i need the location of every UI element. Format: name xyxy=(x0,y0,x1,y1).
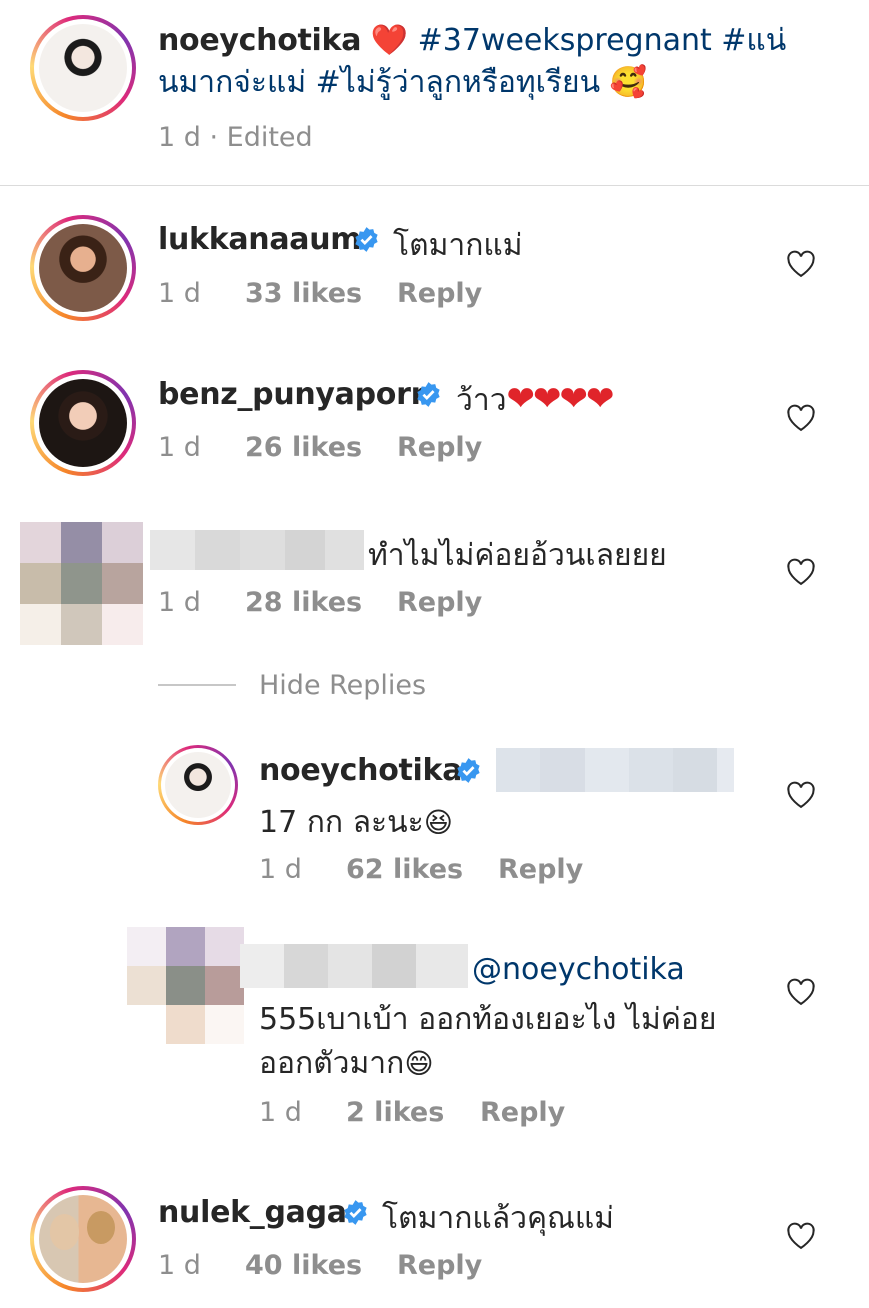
reply-likes[interactable]: 2 likes xyxy=(346,1097,444,1128)
comment-time: 1 d xyxy=(158,278,201,309)
like-heart-icon[interactable] xyxy=(786,781,816,809)
comment-likes[interactable]: 33 likes xyxy=(245,278,362,309)
blurred-avatar[interactable] xyxy=(127,927,244,1044)
post-caption: noeychotika ❤️ #37weekspregnant #แน่ นมา… xyxy=(158,20,818,104)
comment-likes[interactable]: 28 likes xyxy=(245,587,362,618)
reply-button[interactable]: Reply xyxy=(397,278,482,309)
mention-link[interactable]: @noeychotika xyxy=(472,952,685,987)
reply-time: 1 d xyxy=(259,854,302,885)
reply-button[interactable]: Reply xyxy=(397,587,482,618)
comment-username[interactable]: lukkanaaum xyxy=(158,222,362,257)
comment-username[interactable]: nulek_gaga xyxy=(158,1195,347,1230)
comment-text: ทำไมไม่ค่อยอ้วนเลยยย xyxy=(368,538,667,573)
like-heart-icon[interactable] xyxy=(786,1222,816,1250)
reply-text-line2: ออกตัวมาก😄 xyxy=(259,1040,434,1087)
caption-divider xyxy=(0,185,869,186)
smiling-hearts-emoji-icon: 🥰 xyxy=(609,65,648,100)
verified-badge-icon xyxy=(355,227,378,252)
reply-button[interactable]: Reply xyxy=(397,1250,482,1281)
comment-time: 1 d xyxy=(158,432,201,463)
reply-username[interactable]: noeychotika xyxy=(259,753,462,788)
comment-text-word: ว้าว xyxy=(456,383,507,418)
comment-avatar[interactable] xyxy=(30,1186,136,1292)
reply-button[interactable]: Reply xyxy=(480,1097,565,1128)
comment-text: ว้าว❤❤❤❤ xyxy=(456,377,615,424)
comment-likes[interactable]: 26 likes xyxy=(245,432,362,463)
blurred-mention xyxy=(496,748,734,792)
reply-avatar[interactable] xyxy=(158,745,238,825)
heart-emoji-icon: ❤️ xyxy=(370,23,409,58)
reply-button[interactable]: Reply xyxy=(498,854,583,885)
like-heart-icon[interactable] xyxy=(786,558,816,586)
comment-avatar[interactable] xyxy=(30,215,136,321)
blurred-username xyxy=(150,530,364,570)
blurred-avatar[interactable] xyxy=(20,522,143,645)
reply-text-content: 17 กก ละนะ xyxy=(259,805,424,840)
verified-badge-icon xyxy=(417,382,440,407)
like-heart-icon[interactable] xyxy=(786,978,816,1006)
comment-text: โตมากแม่ xyxy=(393,228,523,263)
like-heart-icon[interactable] xyxy=(786,404,816,432)
comment-time: 1 d xyxy=(158,1250,201,1281)
caption-hashtags-line2[interactable]: นมากจ่ะแม่ #ไม่รู้ว่าลูกหรือทุเรียน xyxy=(158,65,600,100)
comment-username[interactable]: benz_punyaporn xyxy=(158,377,432,412)
laughing-emoji-icon: 😆 xyxy=(423,806,453,839)
hide-replies-button[interactable]: Hide Replies xyxy=(259,670,426,701)
reply-text: 17 กก ละนะ😆 xyxy=(259,799,453,846)
reply-text-line1: 555เบาเบ้า ออกท้องเยอะไง ไม่ค่อย xyxy=(259,1002,717,1037)
caption-hashtags-line1[interactable]: #37weekspregnant #แน่ xyxy=(418,23,787,58)
comment-avatar[interactable] xyxy=(30,370,136,476)
verified-badge-icon xyxy=(344,1200,367,1225)
reply-time: 1 d xyxy=(259,1097,302,1128)
post-author-username[interactable]: noeychotika xyxy=(158,23,361,58)
reply-likes[interactable]: 62 likes xyxy=(346,854,463,885)
red-hearts-emoji-icon: ❤❤❤❤ xyxy=(506,379,615,419)
reply-button[interactable]: Reply xyxy=(397,432,482,463)
blurred-username xyxy=(240,944,468,988)
verified-badge-icon xyxy=(457,758,480,783)
comment-likes[interactable]: 40 likes xyxy=(245,1250,362,1281)
post-author-avatar[interactable] xyxy=(30,15,136,121)
hide-replies-line xyxy=(158,684,236,686)
grinning-emoji-icon: 😄 xyxy=(404,1047,434,1080)
like-heart-icon[interactable] xyxy=(786,250,816,278)
comment-text: โตมากแล้วคุณแม่ xyxy=(382,1201,614,1236)
post-timestamp: 1 d · Edited xyxy=(158,122,313,153)
reply-text-line2-content: ออกตัวมาก xyxy=(259,1046,405,1081)
comment-time: 1 d xyxy=(158,587,201,618)
